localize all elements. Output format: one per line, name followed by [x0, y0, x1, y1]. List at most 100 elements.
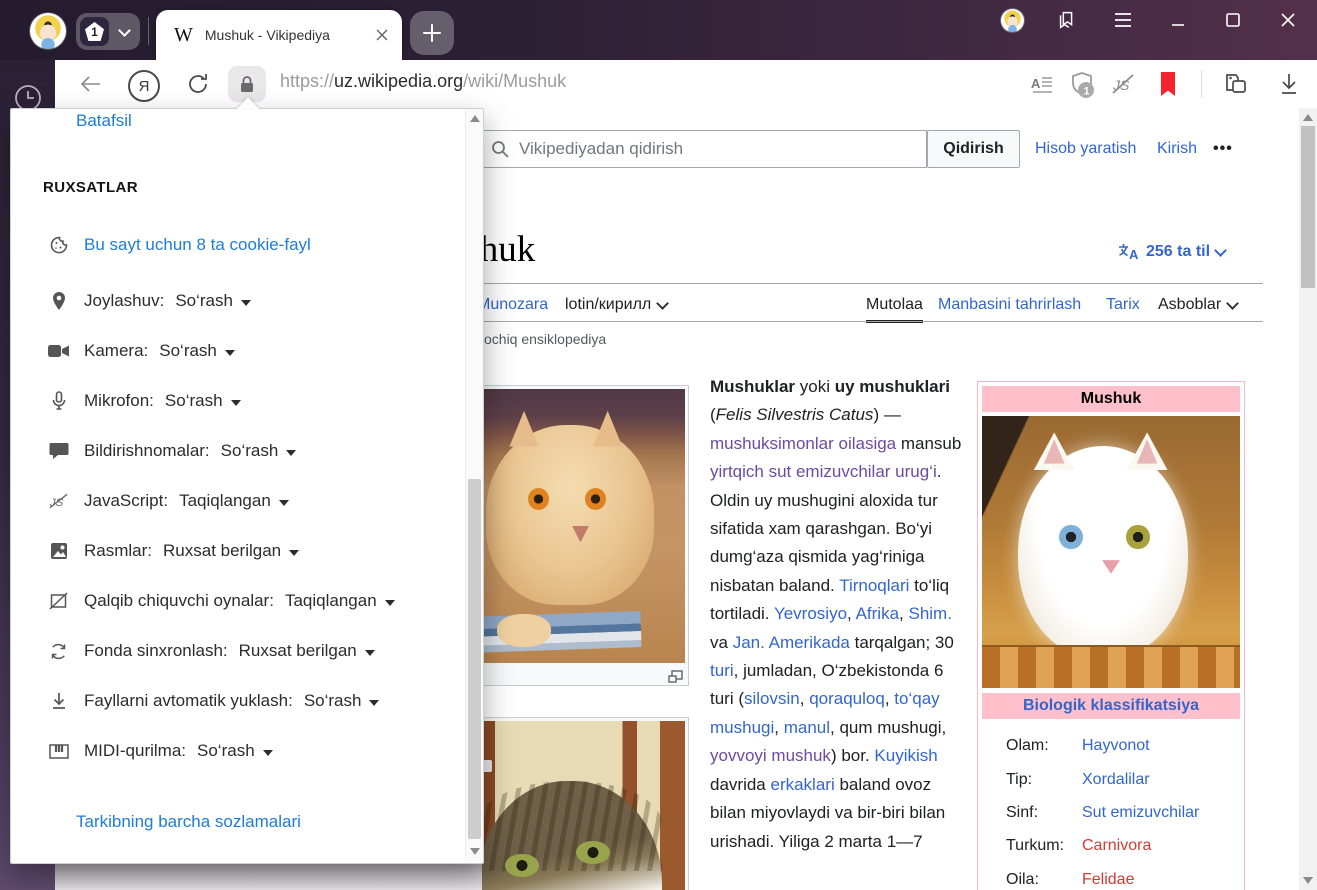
permission-value-dropdown[interactable]: Ruxsat berilgan	[239, 641, 357, 661]
search-icon	[491, 140, 509, 158]
wiki-link[interactable]: erkaklari	[770, 775, 834, 794]
cookies-row[interactable]: Bu sayt uchun 8 ta cookie-fayl	[11, 232, 311, 258]
tab-mutolaa-active[interactable]: Mutolaa	[866, 296, 923, 323]
batafsil-link[interactable]: Batafsil	[76, 111, 132, 131]
permission-row-camera[interactable]: Kamera: So‘rash	[11, 338, 235, 364]
cat-eye	[576, 841, 609, 865]
permission-row-images[interactable]: Rasmlar: Ruxsat berilgan	[11, 538, 299, 564]
permission-label: Fonda sinxronlash:	[84, 641, 228, 661]
permission-label: Joylashuv:	[84, 291, 164, 311]
wiki-link[interactable]: Afrika	[856, 604, 899, 623]
chevron-down-icon	[656, 297, 669, 310]
permission-value-dropdown[interactable]: Taqiqlangan	[179, 491, 271, 511]
permission-value-dropdown[interactable]: Taqiqlangan	[285, 591, 377, 611]
search-input[interactable]	[517, 138, 926, 160]
wiki-link[interactable]: silovsin	[744, 689, 800, 708]
wiki-link[interactable]: Kuyikish	[874, 746, 937, 765]
collections-tags-icon[interactable]	[1220, 71, 1250, 97]
article-thumbnail-frame[interactable]	[472, 385, 689, 686]
wiki-link[interactable]: manul	[784, 718, 830, 737]
cookies-link[interactable]: Bu sayt uchun 8 ta cookie-fayl	[84, 235, 311, 255]
wiki-link[interactable]: qoraquloq	[809, 689, 885, 708]
permissions-section-title: RUXSATLAR	[43, 179, 138, 196]
panel-drop-shadow	[55, 862, 482, 890]
taxo-red-link[interactable]: Carnivora	[1082, 837, 1151, 859]
tab-munozara[interactable]: Munozara	[477, 296, 548, 314]
wiki-link[interactable]: turi	[710, 661, 734, 680]
panel-scrollbar[interactable]	[465, 109, 483, 861]
all-content-settings-link[interactable]: Tarkibning barcha sozlamalari	[76, 812, 301, 832]
article-image-cat-on-book[interactable]	[476, 389, 685, 663]
permission-row-popups[interactable]: Qalqib chiquvchi oynalar: Taqiqlangan	[11, 588, 395, 614]
permission-value-dropdown[interactable]: So‘rash	[197, 741, 255, 761]
article-image-tabby-cat[interactable]	[476, 721, 685, 890]
bookmarks-panel-icon[interactable]	[1049, 2, 1085, 38]
address-bar-url[interactable]: https://uz.wikipedia.org/wiki/Mushuk	[280, 71, 566, 92]
new-tab-button[interactable]	[410, 11, 454, 55]
wiki-link[interactable]: Yevrosiyo	[774, 604, 847, 623]
permission-value-dropdown[interactable]: So‘rash	[159, 341, 217, 361]
permission-row-auto-downloads[interactable]: Fayllarni avtomatik yuklash: So‘rash	[11, 688, 379, 714]
permission-row-location[interactable]: Joylashuv: So‘rash	[11, 288, 251, 314]
tab-asboblar[interactable]: Asboblar	[1158, 296, 1237, 314]
permission-value-dropdown[interactable]: So‘rash	[165, 391, 223, 411]
login-link[interactable]: Kirish	[1157, 140, 1197, 158]
window-minimize-button[interactable]	[1160, 2, 1196, 38]
taxo-red-link[interactable]: Felidae	[1082, 871, 1134, 890]
scroll-up-arrow[interactable]	[1303, 114, 1313, 121]
scrollbar-thumb[interactable]	[1301, 126, 1315, 288]
wiki-search-box[interactable]	[470, 130, 927, 168]
tab-counter-button[interactable]: 1	[76, 13, 140, 50]
page-scrollbar[interactable]	[1299, 108, 1317, 890]
tab-edit-source[interactable]: Manbasini tahrirlash	[938, 296, 1081, 314]
permission-label: Bildirishnomalar:	[84, 441, 210, 461]
create-account-link[interactable]: Hisob yaratish	[1035, 140, 1136, 158]
permission-row-midi[interactable]: MIDI-qurilma: So‘rash	[11, 738, 273, 764]
search-button[interactable]: Qidirish	[927, 130, 1020, 168]
permission-row-microphone[interactable]: Mikrofon: So‘rash	[11, 388, 241, 414]
back-arrow-icon[interactable]	[79, 73, 103, 95]
wiki-link[interactable]: yirtqich sut emizuvchilar urug‘i	[710, 462, 937, 481]
taxo-link[interactable]: Sut emizuvchilar	[1082, 804, 1199, 826]
cookie-icon	[48, 235, 69, 255]
window-close-button[interactable]	[1270, 2, 1306, 38]
permission-value-dropdown[interactable]: So‘rash	[175, 291, 233, 311]
protect-shield-icon[interactable]: 1	[1068, 70, 1098, 100]
wiki-link[interactable]: Tirnoqlari	[839, 576, 909, 595]
tab-variant-selector[interactable]: lotin/кирилл	[565, 296, 667, 314]
taxo-link[interactable]: Xordalilar	[1082, 771, 1150, 793]
javascript-blocked-icon[interactable]: JS	[1110, 73, 1136, 95]
scroll-down-arrow[interactable]	[470, 848, 480, 855]
profile-avatar[interactable]	[30, 13, 66, 49]
tab-tarix[interactable]: Tarix	[1106, 296, 1140, 314]
permission-row-javascript[interactable]: JS JavaScript: Taqiqlangan	[11, 488, 289, 514]
browser-tab[interactable]: W Mushuk - Vikipediya	[156, 10, 402, 60]
bookmark-flag-icon[interactable]	[1158, 71, 1178, 97]
permission-value-dropdown[interactable]: Ruxsat berilgan	[163, 541, 281, 561]
reload-icon[interactable]	[185, 71, 211, 97]
wiki-link[interactable]: Shim.	[908, 604, 951, 623]
wiki-link[interactable]: Jan. Amerikada	[733, 633, 850, 652]
downloads-icon[interactable]	[1278, 72, 1300, 96]
image-enlarge-icon[interactable]	[668, 670, 683, 683]
wiki-link[interactable]: yovvoyi mushuk	[710, 746, 831, 765]
permission-row-notifications[interactable]: Bildirishnomalar: So‘rash	[11, 438, 296, 464]
permission-row-background-sync[interactable]: Fonda sinxronlash: Ruxsat berilgan	[11, 638, 375, 664]
language-selector-button[interactable]: A 256 ta til	[1118, 243, 1225, 261]
sync-profile-avatar[interactable]	[1001, 9, 1024, 32]
article-thumbnail-frame[interactable]	[472, 717, 689, 890]
permission-value-dropdown[interactable]: So‘rash	[221, 441, 279, 461]
window-maximize-button[interactable]	[1215, 2, 1251, 38]
infobox-image-white-kitten[interactable]	[982, 416, 1240, 688]
reader-mode-icon[interactable]: A	[1030, 72, 1054, 96]
permission-value-dropdown[interactable]: So‘rash	[304, 691, 362, 711]
tab-close-icon[interactable]	[376, 29, 388, 41]
more-options-menu[interactable]: •••	[1213, 140, 1233, 158]
taxo-link[interactable]: Hayvonot	[1082, 737, 1150, 759]
menu-hamburger-icon[interactable]	[1105, 2, 1141, 38]
scroll-down-arrow[interactable]	[1303, 877, 1313, 884]
scrollbar-thumb[interactable]	[468, 479, 481, 839]
scroll-up-arrow[interactable]	[470, 115, 480, 122]
yandex-browser-icon[interactable]: Я	[128, 70, 160, 102]
wiki-link[interactable]: mushuksimonlar oilasiga	[710, 434, 896, 453]
